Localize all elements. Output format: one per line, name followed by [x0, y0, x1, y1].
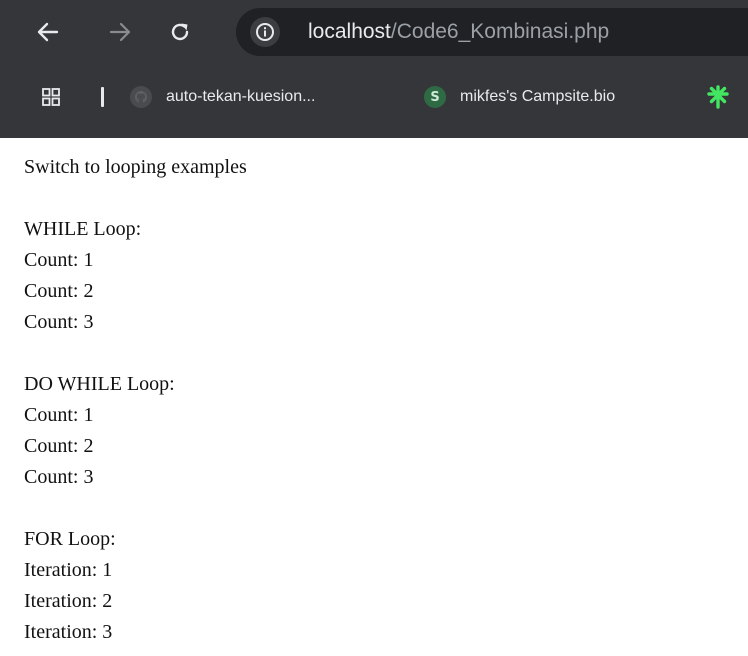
page-content: Switch to looping examples WHILE Loop: C… — [0, 138, 748, 648]
while-loop-header: WHILE Loop: — [24, 218, 142, 240]
back-button[interactable] — [28, 12, 68, 52]
github-icon — [130, 86, 152, 108]
apps-grid-icon[interactable] — [42, 88, 60, 106]
bookmark-label: auto-tekan-kuesion... — [166, 88, 316, 105]
bookmark-campsite[interactable]: S mikfes's Campsite.bio — [424, 84, 615, 110]
browser-chrome: localhost/Code6_Kombinasi.php auto-tekan… — [0, 0, 748, 138]
for-iteration-line: Iteration: 2 — [24, 590, 113, 612]
do-while-count-line: Count: 3 — [24, 466, 94, 488]
do-while-loop-header: DO WHILE Loop: — [24, 373, 175, 395]
for-loop-header: FOR Loop: — [24, 528, 116, 550]
bookmark-linktree[interactable] — [706, 84, 730, 110]
for-iteration-line: Iteration: 3 — [24, 621, 113, 643]
browser-toolbar: localhost/Code6_Kombinasi.php — [0, 0, 748, 66]
do-while-count-line: Count: 1 — [24, 404, 94, 426]
bookmark-auto-tekan[interactable]: auto-tekan-kuesion... — [130, 84, 315, 110]
address-bar[interactable]: localhost/Code6_Kombinasi.php — [236, 8, 748, 56]
arrow-left-icon — [37, 22, 59, 42]
arrow-right-icon — [109, 22, 131, 42]
info-icon — [256, 23, 274, 41]
do-while-count-line: Count: 2 — [24, 435, 94, 457]
bookmarks-separator — [101, 87, 104, 107]
url-host: localhost — [308, 20, 391, 43]
url-text[interactable]: localhost/Code6_Kombinasi.php — [308, 20, 609, 44]
campsite-icon: S — [424, 86, 446, 108]
bookmarks-bar: auto-tekan-kuesion... S mikfes's Campsit… — [0, 66, 748, 138]
for-iteration-line: Iteration: 1 — [24, 559, 113, 581]
url-path: /Code6_Kombinasi.php — [390, 20, 610, 43]
bookmark-label: mikfes's Campsite.bio — [460, 88, 616, 105]
while-count-line: Count: 2 — [24, 280, 94, 302]
while-count-line: Count: 3 — [24, 311, 94, 333]
forward-button[interactable] — [100, 12, 140, 52]
reload-button[interactable] — [160, 12, 200, 52]
intro-text: Switch to looping examples — [24, 156, 247, 178]
site-info-button[interactable] — [250, 17, 280, 47]
reload-icon — [171, 23, 189, 41]
linktree-icon — [707, 85, 729, 109]
while-count-line: Count: 1 — [24, 249, 94, 271]
